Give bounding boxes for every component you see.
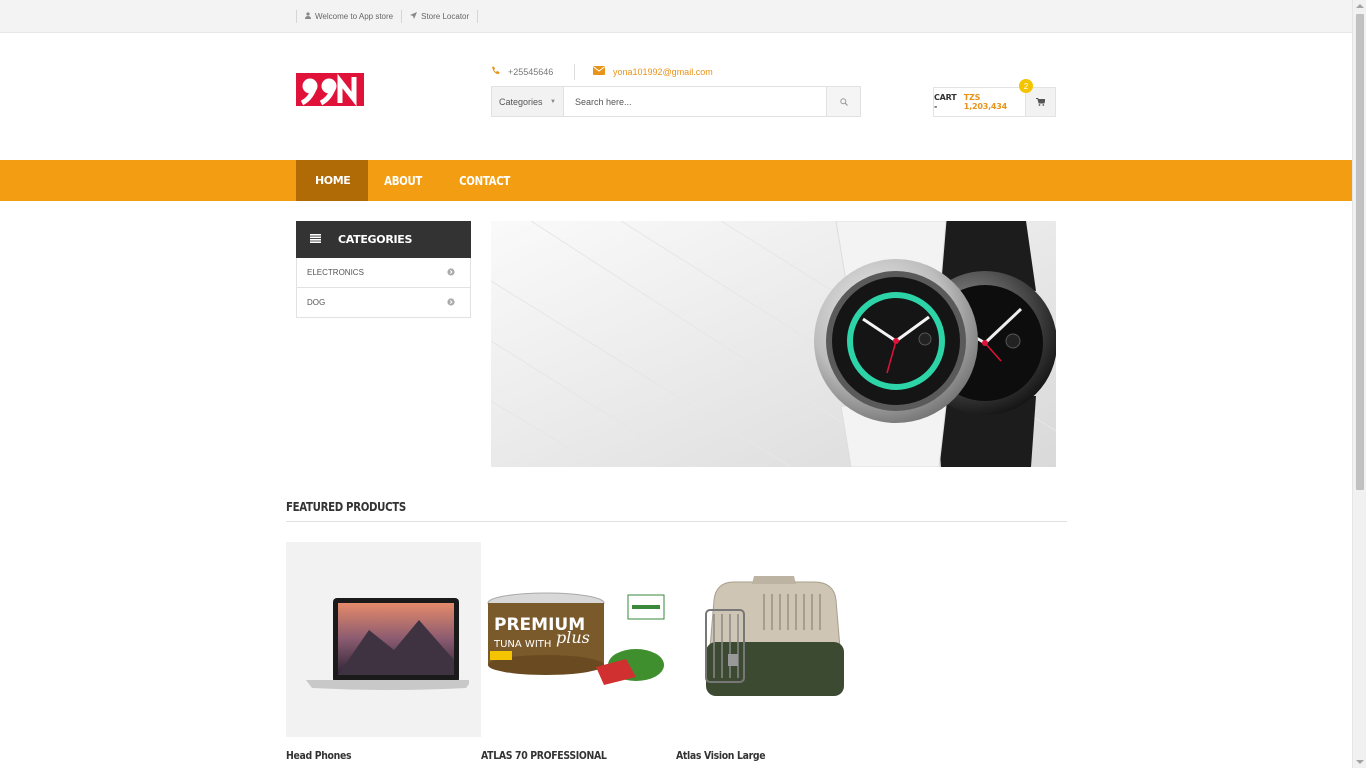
- contact-divider: [574, 64, 575, 80]
- nav-contact[interactable]: CONTACT: [443, 160, 526, 201]
- cart-summary: CART - TZS 1,203,434: [934, 88, 1025, 116]
- cart-amount: TZS 1,203,434: [963, 93, 1008, 111]
- search-bar: Categories ▼: [491, 86, 861, 117]
- cat-food-can-image: PREMIUM TUNA WITH plus: [487, 592, 665, 685]
- hero-banner[interactable]: [491, 221, 1056, 467]
- top-bar: Welcome to App store Store Locator: [0, 0, 1352, 33]
- nav-about-label: ABOUT: [384, 173, 423, 188]
- main-nav: HOME ABOUT CONTACT: [0, 160, 1352, 201]
- categories-panel: CATEGORIES ELECTRONICS DOG: [296, 221, 471, 318]
- chevron-circle-right-icon: [447, 267, 455, 278]
- categories-header[interactable]: CATEGORIES: [296, 221, 471, 258]
- product-card[interactable]: Atlas Vision Large: [676, 542, 871, 762]
- search-button[interactable]: [826, 87, 860, 116]
- cart-widget[interactable]: CART - TZS 1,203,434: [933, 87, 1056, 117]
- caret-down-icon: ▼: [550, 98, 556, 105]
- search-category-label: Categories: [499, 96, 543, 107]
- product-image-laptop[interactable]: [286, 542, 481, 737]
- scroll-thumb[interactable]: [1356, 14, 1364, 490]
- search-icon: [839, 93, 848, 111]
- search-input[interactable]: [564, 87, 826, 116]
- envelope-icon: [593, 66, 605, 77]
- search-category-select[interactable]: Categories ▼: [492, 87, 564, 116]
- phone-icon: [491, 66, 500, 77]
- email-address: yona101992@gmail.com: [613, 66, 713, 77]
- category-label: DOG: [307, 298, 326, 307]
- featured-products-title: FEATURED PRODUCTS: [286, 500, 406, 514]
- category-dog[interactable]: DOG: [296, 288, 471, 318]
- user-icon: [305, 12, 311, 21]
- cart-button[interactable]: [1025, 88, 1055, 116]
- nav-home[interactable]: HOME: [296, 160, 369, 201]
- scroll-up-arrow-icon[interactable]: [1356, 4, 1364, 8]
- email-contact[interactable]: yona101992@gmail.com: [593, 66, 713, 77]
- categories-title: CATEGORIES: [338, 233, 413, 246]
- location-arrow-icon: [410, 12, 418, 21]
- category-electronics[interactable]: ELECTRONICS: [296, 258, 471, 288]
- logo-graphic: [296, 73, 364, 107]
- nav-about[interactable]: ABOUT: [368, 160, 438, 201]
- laptop-image: [305, 597, 469, 690]
- product-card[interactable]: PREMIUM TUNA WITH plus ATLAS 70 PROFESSI…: [481, 542, 676, 762]
- menu-bars-icon: [310, 233, 321, 246]
- phone-contact: +25545646: [491, 66, 553, 77]
- nav-home-label: HOME: [315, 174, 351, 187]
- store-locator-label: Store Locator: [421, 12, 470, 21]
- chevron-circle-right-icon: [447, 297, 455, 308]
- topbar-links: Welcome to App store Store Locator: [296, 10, 479, 23]
- product-name[interactable]: Atlas Vision Large: [676, 749, 842, 762]
- product-image-pet-carrier[interactable]: [676, 542, 871, 737]
- product-name[interactable]: Head Phones: [286, 749, 452, 762]
- product-image-cat-food[interactable]: PREMIUM TUNA WITH plus: [481, 542, 676, 737]
- shopping-cart-icon: [1036, 93, 1046, 111]
- store-locator-link[interactable]: Store Locator: [402, 10, 479, 23]
- page-scrollbar[interactable]: [1352, 0, 1366, 768]
- smartwatch-banner-image: [491, 221, 1056, 467]
- site-logo[interactable]: [296, 73, 364, 107]
- featured-divider: [286, 521, 1067, 522]
- svg-text:TUNA WITH: TUNA WITH: [493, 639, 551, 650]
- pet-carrier-image: [704, 575, 844, 696]
- welcome-label: Welcome to App store: [315, 12, 394, 21]
- product-name[interactable]: ATLAS 70 PROFESSIONAL: [481, 749, 647, 762]
- cart-label: CART -: [934, 93, 957, 111]
- phone-number: +25545646: [508, 66, 554, 77]
- category-label: ELECTRONICS: [307, 268, 364, 277]
- welcome-link[interactable]: Welcome to App store: [296, 10, 403, 23]
- scroll-down-arrow-icon[interactable]: [1356, 760, 1364, 764]
- product-card[interactable]: Head Phones: [286, 542, 481, 762]
- cart-count-badge: 2: [1019, 79, 1033, 93]
- nav-contact-label: CONTACT: [459, 173, 510, 188]
- svg-text:plus: plus: [556, 628, 590, 647]
